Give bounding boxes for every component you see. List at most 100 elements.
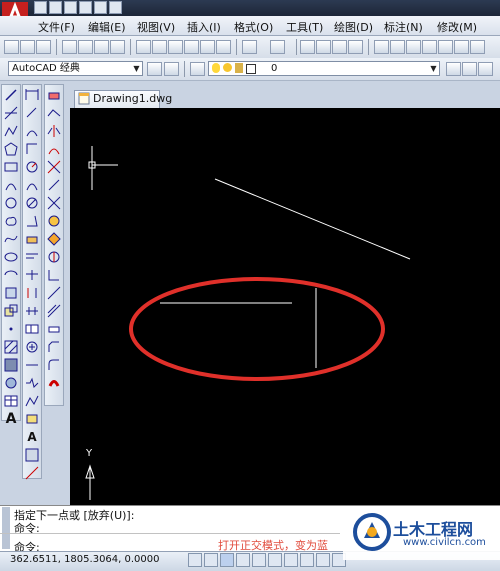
redo-icon[interactable] [270, 40, 285, 54]
diagonal-line[interactable] [214, 178, 411, 260]
save-icon[interactable] [64, 1, 77, 14]
revcloud-icon[interactable] [4, 214, 18, 228]
properties-icon[interactable] [374, 40, 389, 54]
object-snap-tracking-toggle[interactable] [284, 553, 298, 567]
pan-icon[interactable] [300, 40, 315, 54]
angular-icon[interactable] [25, 214, 39, 228]
dim-update-icon[interactable]: A [25, 430, 39, 444]
jogged-icon[interactable] [25, 178, 39, 192]
menu-draw[interactable]: 绘图(D) [334, 19, 373, 35]
redo-icon[interactable] [109, 1, 122, 14]
design-center-icon[interactable] [390, 40, 405, 54]
plot-icon[interactable] [62, 40, 77, 54]
dim-space-icon[interactable] [25, 286, 39, 300]
object-snap-toggle[interactable] [252, 553, 266, 567]
zoom-window-icon[interactable] [332, 40, 347, 54]
layer-previous-icon[interactable] [462, 62, 477, 76]
scale-icon[interactable] [47, 214, 61, 228]
new-icon[interactable] [34, 1, 47, 14]
polar-tracking-toggle[interactable] [236, 553, 250, 567]
zoom-realtime-icon[interactable] [316, 40, 331, 54]
circle-icon[interactable] [4, 196, 18, 210]
break-point-icon[interactable] [47, 286, 61, 300]
dim-edit-icon[interactable] [25, 394, 39, 408]
publish-icon[interactable] [94, 40, 109, 54]
extend-icon[interactable] [47, 268, 61, 282]
quick-dim-icon[interactable] [25, 232, 39, 246]
offset-icon[interactable] [47, 142, 61, 156]
block-icon[interactable] [200, 40, 215, 54]
diameter-icon[interactable] [25, 196, 39, 210]
fillet-icon[interactable] [47, 358, 61, 372]
break-icon[interactable] [47, 304, 61, 318]
make-current-icon[interactable] [446, 62, 461, 76]
snap-mode-toggle[interactable] [204, 553, 218, 567]
zoom-prev-icon[interactable] [348, 40, 363, 54]
trim-icon[interactable] [47, 250, 61, 264]
construction-line-icon[interactable] [4, 106, 18, 120]
dynamic-ucs-toggle[interactable] [300, 553, 314, 567]
tolerance-icon[interactable] [25, 322, 39, 336]
undo-icon[interactable] [94, 1, 107, 14]
layer-select[interactable]: 0 ▼ [208, 61, 440, 76]
print-icon[interactable] [79, 1, 92, 14]
menu-tools[interactable]: 工具(T) [286, 19, 323, 35]
help-icon[interactable] [470, 40, 485, 54]
menu-file[interactable]: 文件(F) [38, 19, 75, 35]
markup-set-icon[interactable] [438, 40, 453, 54]
dim-break-icon[interactable] [25, 304, 39, 318]
cut-icon[interactable] [136, 40, 151, 54]
linear-dim-icon[interactable] [25, 88, 39, 102]
ordinate-icon[interactable] [25, 142, 39, 156]
rectangle-icon[interactable] [4, 160, 18, 174]
menu-modify[interactable]: 修改(M) [437, 19, 477, 35]
join-icon[interactable] [47, 322, 61, 336]
point-icon[interactable] [4, 322, 18, 336]
hatch-icon[interactable] [4, 340, 18, 354]
continue-icon[interactable] [25, 268, 39, 282]
3d-osnap-toggle[interactable] [268, 553, 282, 567]
copy-icon[interactable] [152, 40, 167, 54]
tool-palettes-icon[interactable] [406, 40, 421, 54]
menu-dimension[interactable]: 标注(N) [384, 19, 423, 35]
menu-insert[interactable]: 插入(I) [187, 19, 221, 35]
workspace-settings-icon[interactable] [147, 62, 162, 76]
erase-icon[interactable] [47, 88, 61, 102]
region-icon[interactable] [4, 376, 18, 390]
match-icon[interactable] [184, 40, 199, 54]
table-icon[interactable] [4, 394, 18, 408]
open-icon[interactable] [49, 1, 62, 14]
qnew-icon[interactable] [4, 40, 19, 54]
ellipse-arc-icon[interactable] [4, 268, 18, 282]
text-icon[interactable]: A [4, 412, 18, 426]
mirror-icon[interactable] [47, 124, 61, 138]
drawing-canvas[interactable] [70, 108, 500, 505]
spline-icon[interactable] [4, 232, 18, 246]
center-mark-icon[interactable] [25, 340, 39, 354]
arc-length-icon[interactable] [25, 124, 39, 138]
copy-object-icon[interactable] [47, 106, 61, 120]
ellipse-icon[interactable] [4, 250, 18, 264]
aligned-dim-icon[interactable] [25, 106, 39, 120]
command-window-grip[interactable] [2, 507, 10, 549]
dim-text-edit-icon[interactable] [25, 412, 39, 426]
ortho-mode-toggle[interactable] [220, 553, 234, 567]
markup-icon[interactable] [110, 40, 125, 54]
workspace-select[interactable]: AutoCAD 经典 ▼ [8, 61, 143, 76]
jog-linear-icon[interactable] [25, 376, 39, 390]
dim-style-icon[interactable] [25, 448, 39, 462]
dim-override-icon[interactable] [25, 466, 39, 480]
brush-icon[interactable] [216, 40, 231, 54]
infer-constraints-toggle[interactable] [188, 553, 202, 567]
layer-manager-icon[interactable] [190, 62, 205, 76]
arc-icon[interactable] [4, 178, 18, 192]
sheet-set-icon[interactable] [422, 40, 437, 54]
preview-icon[interactable] [78, 40, 93, 54]
insert-block-icon[interactable] [4, 286, 18, 300]
make-block-icon[interactable] [4, 304, 18, 318]
calculator-icon[interactable] [454, 40, 469, 54]
layer-states-icon[interactable] [478, 62, 493, 76]
menu-edit[interactable]: 编辑(E) [88, 19, 126, 35]
menu-view[interactable]: 视图(V) [137, 19, 175, 35]
stretch-icon[interactable] [47, 232, 61, 246]
